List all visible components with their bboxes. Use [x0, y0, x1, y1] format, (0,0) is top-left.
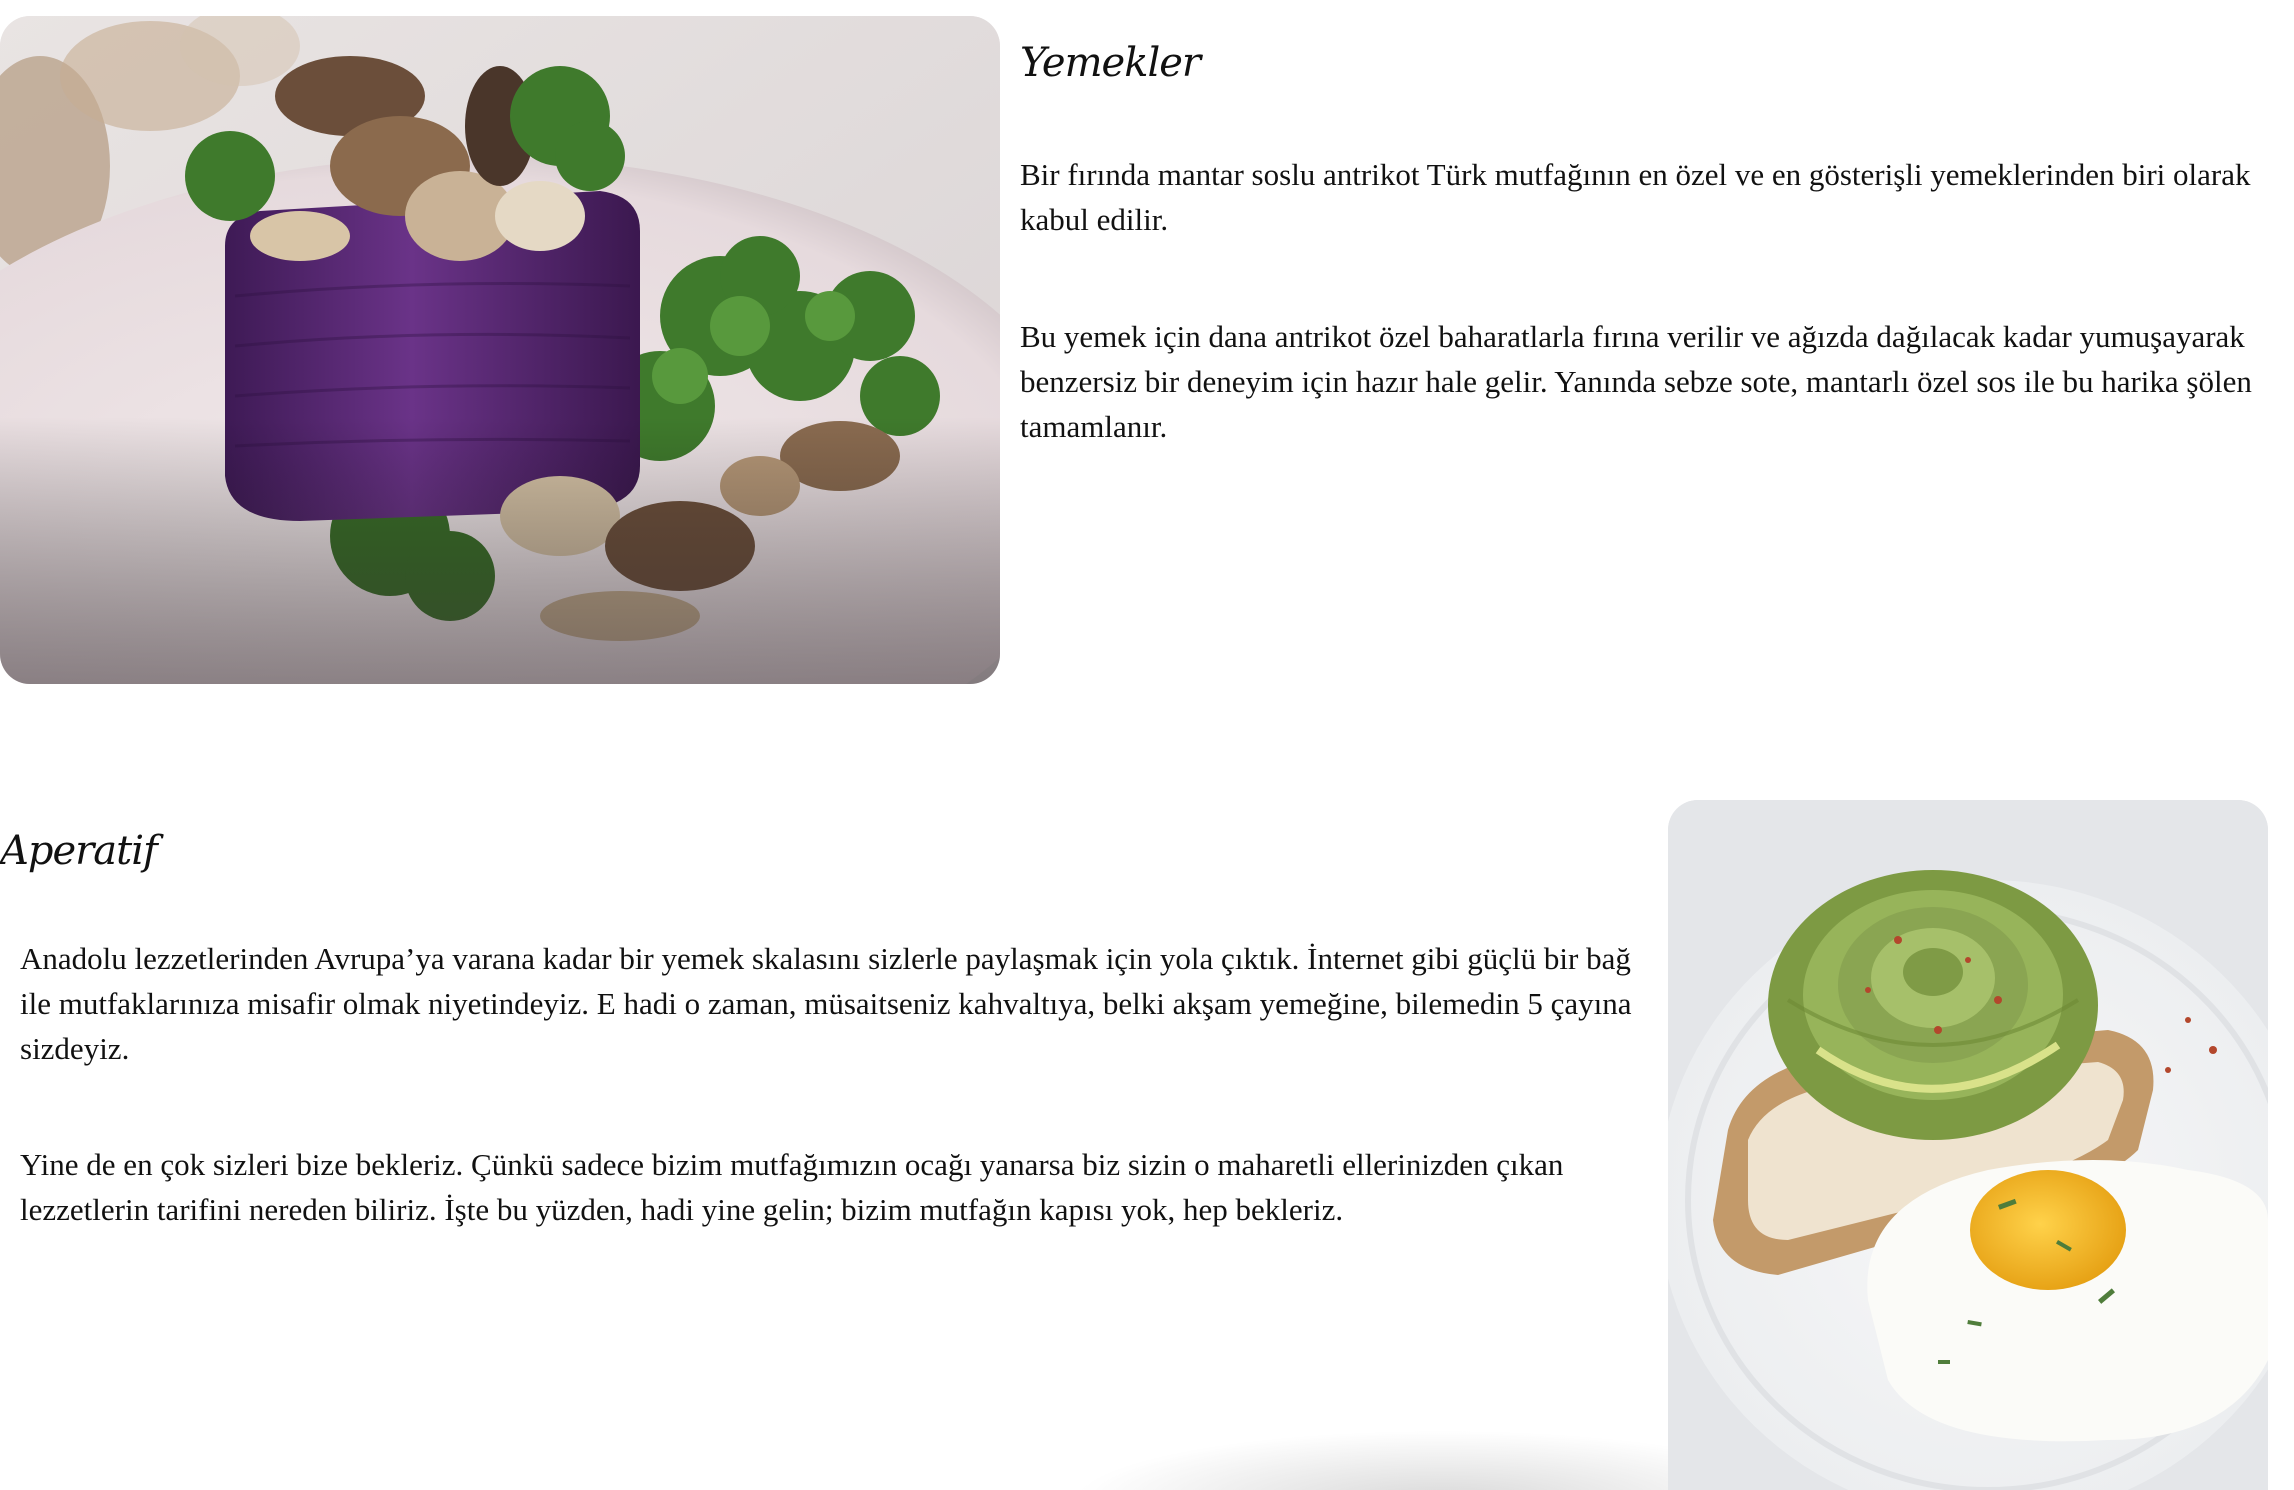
section-yemekler: Yemekler Bir fırında mantar soslu antrik… [0, 0, 2294, 700]
section-aperatif: Aperatif Anadolu lezzetlerinden Avrupa’y… [0, 790, 2294, 1490]
section-paragraph: Anadolu lezzetlerinden Avrupa’ya varana … [20, 941, 1632, 1066]
section-paragraph: Bir fırında mantar soslu antrikot Türk m… [1020, 157, 2251, 237]
section-heading: Aperatif [0, 828, 158, 874]
appetizer-image [1668, 800, 2268, 1490]
section-paragraph: Yine de en çok sizleri bize bekleriz. Çü… [20, 1147, 1564, 1227]
dish-image [0, 16, 1000, 684]
avocado-toast-illustration [1668, 800, 2268, 1490]
section-paragraph: Bu yemek için dana antrikot özel baharat… [1020, 319, 2252, 444]
purple-mash-dish-illustration [0, 16, 1000, 684]
section-heading: Yemekler [1020, 40, 1201, 86]
decorative-shadow [1070, 1430, 1690, 1490]
